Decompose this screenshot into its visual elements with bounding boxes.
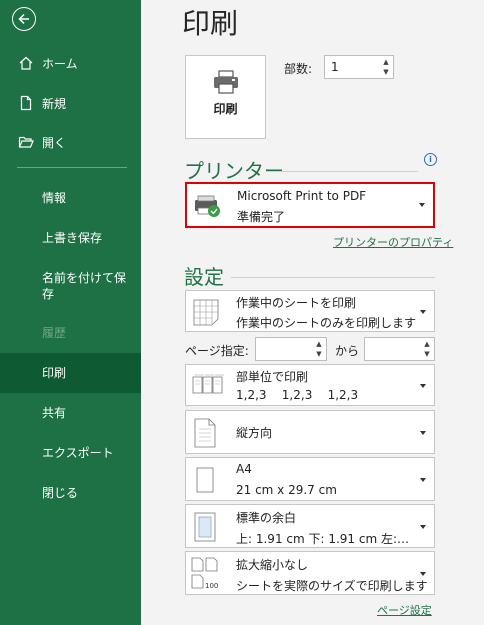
setting-line1: A4 xyxy=(236,462,252,476)
setting-line1: 標準の余白 xyxy=(236,511,297,525)
print-button[interactable]: 印刷 xyxy=(185,55,266,139)
copies-up-icon[interactable]: ▲ xyxy=(381,58,391,67)
sidebar-item-save[interactable]: 上書き保存 xyxy=(42,230,132,246)
scaling-icon: 100 xyxy=(191,557,218,590)
chevron-down-icon xyxy=(419,203,425,207)
sidebar-item-label: 開く xyxy=(42,135,67,150)
back-arrow-icon xyxy=(18,13,29,25)
backstage-sidebar: ホーム 新規 開く 情報 上書き保存 名前を付けて保存 履歴 印刷 共有 エクス… xyxy=(0,0,141,625)
chevron-down-icon xyxy=(420,572,426,576)
printer-icon xyxy=(214,70,238,94)
sidebar-item-save-as[interactable]: 名前を付けて保存 xyxy=(42,270,130,302)
pages-label: ページ指定: xyxy=(185,344,249,358)
paper-size-select[interactable]: A4 21 cm x 29.7 cm xyxy=(185,457,435,501)
copies-value: 1 xyxy=(331,60,339,74)
sidebar-item-print[interactable]: 印刷 xyxy=(0,353,141,393)
margins-icon xyxy=(194,512,216,542)
pages-from-down-icon[interactable]: ▼ xyxy=(314,350,324,359)
print-pane: 印刷 印刷 部数: 1 ▲ ▼ プリンター i Microsoft Print … xyxy=(141,0,484,625)
portrait-icon xyxy=(194,418,216,448)
sidebar-divider xyxy=(17,167,127,168)
setting-line1: 部単位で印刷 xyxy=(236,370,309,384)
copies-label: 部数: xyxy=(284,62,313,76)
printer-status: 準備完了 xyxy=(237,210,286,224)
sidebar-item-label: 印刷 xyxy=(42,366,67,380)
new-document-icon xyxy=(18,95,34,111)
print-what-select[interactable]: 作業中のシートを印刷 作業中のシートのみを印刷します xyxy=(185,290,435,332)
setting-line1: 縦方向 xyxy=(236,426,273,440)
page-setup-link[interactable]: ページ設定 xyxy=(377,602,432,618)
setting-line2: シートを実際のサイズで印刷します xyxy=(236,579,428,593)
collate-select[interactable]: 部単位で印刷 1,2,3 1,2,3 1,2,3 xyxy=(185,364,435,406)
printer-ready-icon xyxy=(195,195,220,217)
sidebar-item-close[interactable]: 閉じる xyxy=(42,485,132,501)
pages-to-down-icon[interactable]: ▼ xyxy=(422,350,432,359)
collate-icon xyxy=(192,374,224,394)
pages-to-label: から xyxy=(335,344,360,358)
setting-line2: 1,2,3 1,2,3 1,2,3 xyxy=(236,388,359,402)
sidebar-item-export[interactable]: エクスポート xyxy=(42,445,132,461)
sidebar-item-home[interactable]: ホーム xyxy=(0,54,141,72)
setting-line2: 21 cm x 29.7 cm xyxy=(236,483,337,497)
printer-name: Microsoft Print to PDF xyxy=(237,189,367,203)
setting-line1: 拡大縮小なし xyxy=(236,558,309,572)
sidebar-item-new[interactable]: 新規 xyxy=(0,94,141,112)
pages-to-stepper[interactable]: ▲ ▼ xyxy=(364,337,435,361)
svg-text:100: 100 xyxy=(205,582,218,590)
pages-from-up-icon[interactable]: ▲ xyxy=(314,340,324,349)
printer-properties-link[interactable]: プリンターのプロパティ xyxy=(333,234,453,250)
print-button-label: 印刷 xyxy=(213,102,238,116)
margins-select[interactable]: 標準の余白 上: 1.91 cm 下: 1.91 cm 左:… xyxy=(185,504,435,548)
setting-line1: 作業中のシートを印刷 xyxy=(236,296,357,310)
chevron-down-icon xyxy=(420,384,426,388)
sheet-grid-icon xyxy=(193,299,219,326)
sidebar-item-open[interactable]: 開く xyxy=(0,133,141,151)
copies-stepper[interactable]: 1 ▲ ▼ xyxy=(324,55,394,79)
printer-select[interactable]: Microsoft Print to PDF 準備完了 xyxy=(185,182,435,228)
sidebar-item-label: 新規 xyxy=(42,96,67,111)
copies-down-icon[interactable]: ▼ xyxy=(381,68,391,77)
settings-section-divider xyxy=(231,277,435,278)
back-button[interactable] xyxy=(12,7,36,31)
sidebar-item-share[interactable]: 共有 xyxy=(42,405,132,421)
sidebar-item-history: 履歴 xyxy=(42,326,67,340)
home-icon xyxy=(18,55,34,71)
setting-line2: 作業中のシートのみを印刷します xyxy=(236,316,417,330)
orientation-select[interactable]: 縦方向 xyxy=(185,410,435,454)
setting-line2: 上: 1.91 cm 下: 1.91 cm 左:… xyxy=(236,532,410,546)
chevron-down-icon xyxy=(420,310,426,314)
sidebar-item-label: ホーム xyxy=(42,56,78,71)
chevron-down-icon xyxy=(420,525,426,529)
pages-from-stepper[interactable]: ▲ ▼ xyxy=(255,337,327,361)
paper-size-icon xyxy=(196,467,214,493)
info-icon[interactable]: i xyxy=(424,153,437,166)
pages-to-up-icon[interactable]: ▲ xyxy=(422,340,432,349)
printer-section-divider xyxy=(266,171,418,172)
scaling-select[interactable]: 100 拡大縮小なし シートを実際のサイズで印刷します xyxy=(185,551,435,595)
open-folder-icon xyxy=(18,134,34,150)
settings-section-title: 設定 xyxy=(184,265,224,289)
chevron-down-icon xyxy=(420,478,426,482)
chevron-down-icon xyxy=(420,431,426,435)
page-title: 印刷 xyxy=(182,7,239,40)
printer-section-title: プリンター xyxy=(184,159,284,183)
sidebar-item-info[interactable]: 情報 xyxy=(42,190,132,206)
